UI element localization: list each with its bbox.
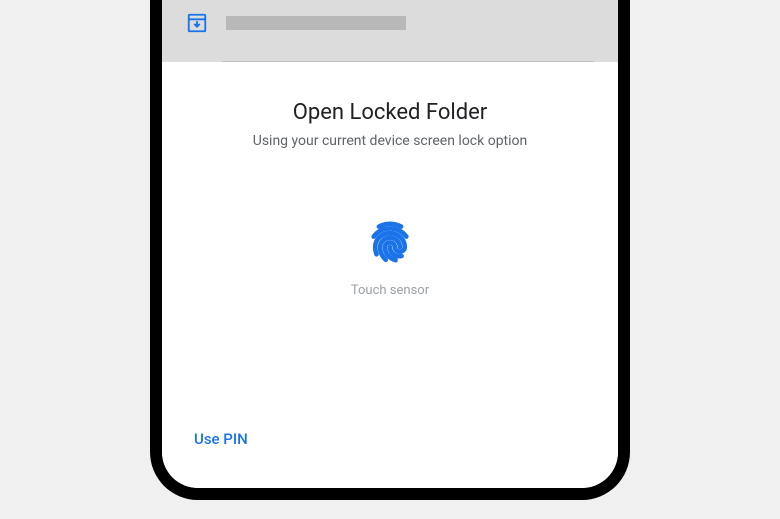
background-panel (162, 0, 618, 62)
phone-frame: Open Locked Folder Using your current de… (150, 0, 630, 500)
fingerprint-icon[interactable] (367, 219, 413, 265)
placeholder-text (226, 16, 406, 30)
sheet-subtitle: Using your current device screen lock op… (253, 133, 528, 149)
sheet-title: Open Locked Folder (293, 100, 488, 125)
fingerprint-container: Touch sensor (351, 219, 429, 298)
touch-sensor-label: Touch sensor (351, 283, 429, 298)
auth-sheet: Open Locked Folder Using your current de… (162, 62, 618, 488)
archive-row (186, 12, 594, 34)
archive-icon (186, 12, 208, 34)
phone-screen: Open Locked Folder Using your current de… (162, 0, 618, 488)
use-pin-button[interactable]: Use PIN (194, 430, 248, 448)
